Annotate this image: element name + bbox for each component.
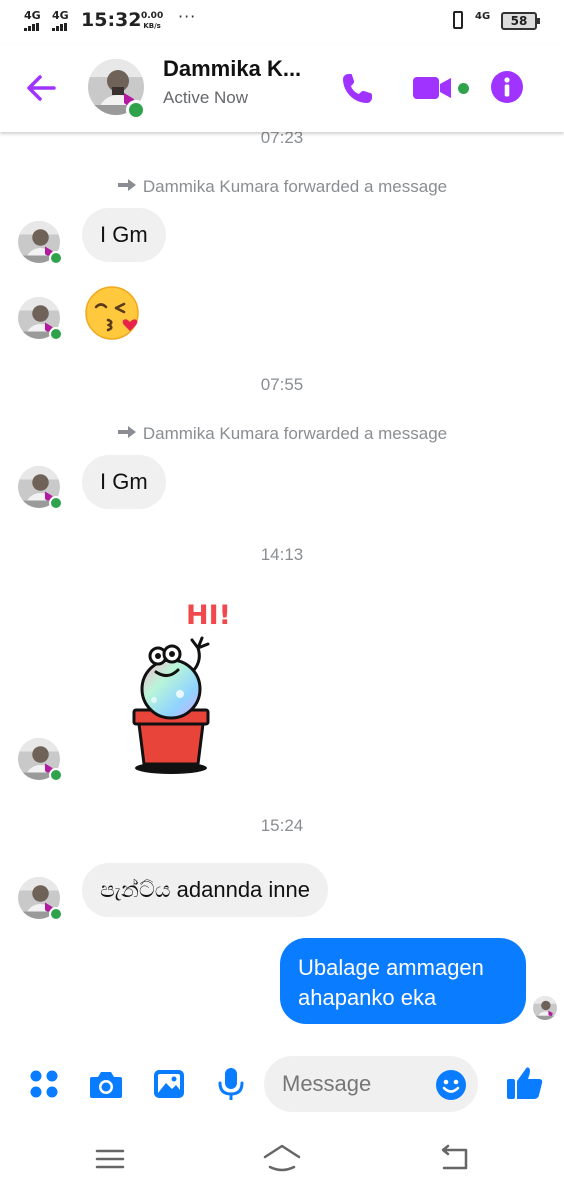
forward-note: Dammika Kumara forwarded a message [0,424,564,444]
like-button[interactable] [505,1062,545,1102]
voice-call-button[interactable] [338,68,378,108]
timestamp: 14:13 [260,545,304,564]
kissing-face-icon [85,286,139,340]
back-nav-button[interactable] [434,1142,474,1176]
online-indicator [49,496,63,510]
network-speed-value: 0.00 [141,11,164,21]
network-speed-unit: KB/s [143,22,161,30]
network-type-2: 4G [52,9,69,22]
more-notifications-icon: ··· [178,7,197,26]
clock: 15:32 [81,9,142,31]
chat-header: Dammika K... Active Now [0,44,564,132]
info-icon [491,71,523,103]
contact-photo [533,996,557,1020]
video-camera-icon [413,77,451,99]
online-indicator [49,768,63,782]
thumbs-up-icon [507,1067,543,1099]
network-type-3: 4G [475,11,491,22]
forward-note-text: Dammika Kumara forwarded a message [142,424,448,443]
network-speed: 0.00 KB/s [141,11,163,31]
video-online-indicator [458,83,469,94]
emoji-button[interactable] [435,1069,467,1101]
microphone-icon [218,1068,244,1100]
sticker-message[interactable]: HI! [128,600,238,776]
incoming-message[interactable]: I Gm [82,208,166,262]
signal-icon [52,23,68,31]
message-composer [0,1040,564,1128]
online-indicator [49,327,63,341]
battery-icon: 58 [501,12,540,30]
seen-indicator-avatar [533,996,557,1020]
home-icon [263,1144,301,1172]
forward-arrow-icon [117,426,136,438]
status-bar: 4G 4G 15:32 0.00 KB/s ··· 4G 58 [0,0,564,44]
back-button[interactable] [20,68,64,108]
back-icon [441,1144,468,1170]
forward-note-text: Dammika Kumara forwarded a message [142,177,448,196]
forward-note: Dammika Kumara forwarded a message [0,177,564,197]
emoji-message[interactable] [84,284,142,342]
camera-button[interactable] [88,1066,124,1102]
grid-dots-icon [30,1070,58,1098]
contact-name[interactable]: Dammika K... [163,56,301,82]
system-navigation-bar [0,1128,564,1190]
smiley-icon [436,1070,466,1100]
menu-icon [95,1149,125,1169]
online-indicator [49,907,63,921]
network-type-1: 4G [24,9,41,22]
video-call-button[interactable] [410,70,454,106]
outgoing-message[interactable]: Ubalage ammagen ahapanko eka [280,938,526,1024]
timestamp: 15:24 [260,816,304,835]
camera-icon [90,1072,122,1098]
arrow-left-icon [27,75,56,101]
home-nav-button[interactable] [262,1142,302,1176]
sticker-text: HI! [186,600,231,631]
signal-icon [24,23,40,31]
phone-icon [343,74,372,103]
forward-arrow-icon [117,179,136,191]
voice-message-button[interactable] [213,1066,249,1102]
image-icon [154,1070,184,1098]
vibrate-icon [453,11,463,29]
cactus-sticker-icon [132,636,210,774]
incoming-message[interactable]: පැන්ට්ය adannda inne [82,863,328,917]
online-indicator [49,251,63,265]
info-button[interactable] [490,70,524,104]
gallery-button[interactable] [151,1066,187,1102]
active-status: Active Now [163,88,249,107]
online-indicator [126,100,146,120]
menu-nav-button[interactable] [90,1142,130,1176]
timestamp: 07:55 [260,375,304,394]
apps-button[interactable] [26,1066,62,1102]
incoming-message[interactable]: I Gm [82,455,166,509]
